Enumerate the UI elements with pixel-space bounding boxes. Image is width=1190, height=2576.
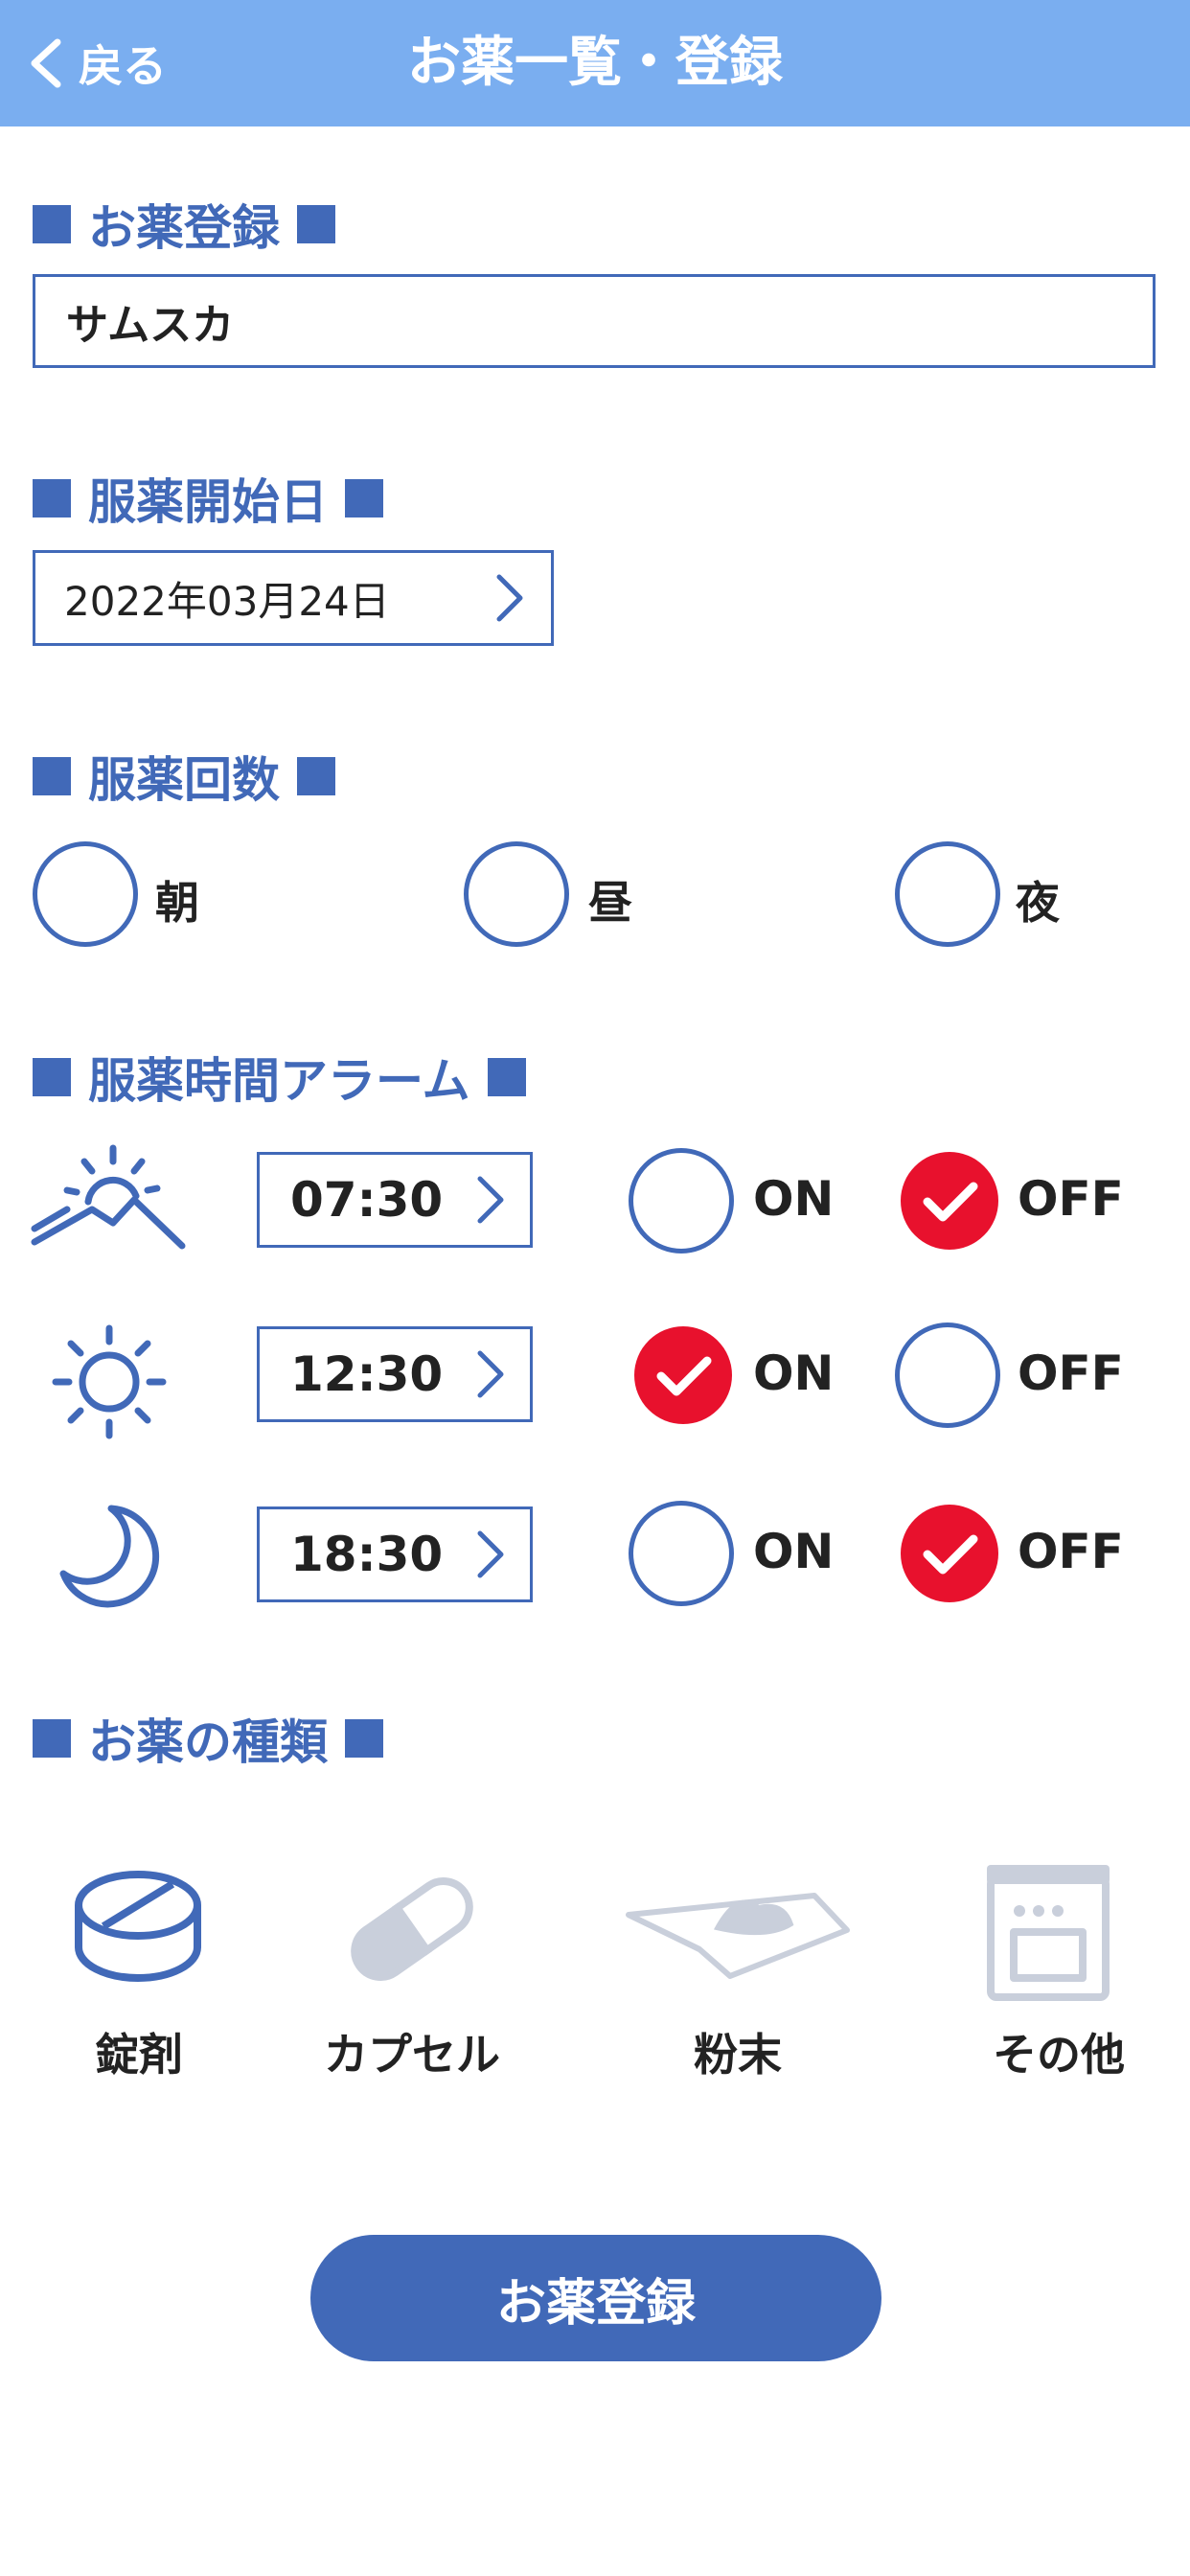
chevron-right-icon: [477, 1176, 504, 1224]
on-label: ON: [753, 1524, 835, 1579]
square-bullet-icon: [297, 757, 335, 795]
on-label: ON: [753, 1171, 835, 1227]
section-frequency: 服薬回数: [33, 748, 335, 808]
moon-icon: [59, 1505, 160, 1608]
section-heading: お薬の種類: [88, 1714, 328, 1770]
type-label: その他: [993, 2029, 1125, 2081]
alarm-night-time-picker[interactable]: 18:30: [257, 1506, 533, 1602]
section-heading: 服薬回数: [88, 752, 280, 808]
chevron-right-icon: [477, 1350, 504, 1398]
frequency-noon-radio[interactable]: [464, 841, 569, 947]
back-label: 戻る: [79, 40, 167, 92]
alarm-morning-on-radio[interactable]: [629, 1148, 734, 1254]
chevron-right-icon: [477, 1530, 504, 1578]
medicine-name-input[interactable]: [33, 274, 1156, 368]
section-medicine-type: お薬の種類: [33, 1710, 383, 1770]
alarm-time-value: 18:30: [290, 1527, 444, 1582]
off-label: OFF: [1018, 1524, 1124, 1579]
type-other-option[interactable]: その他: [968, 1861, 1150, 2081]
square-bullet-icon: [33, 1719, 71, 1758]
checkmark-icon: [923, 1534, 978, 1575]
off-label: OFF: [1018, 1346, 1124, 1401]
frequency-noon-label: 昼: [588, 877, 632, 929]
type-powder-option[interactable]: 粉末: [613, 1867, 862, 2081]
other-package-icon: [987, 1865, 1110, 2001]
tablet-icon: [75, 1871, 201, 1982]
section-start-date: 服薬開始日: [33, 470, 383, 530]
back-button[interactable]: 戻る: [27, 29, 167, 98]
frequency-morning-radio[interactable]: [33, 841, 138, 947]
checkmark-icon: [923, 1182, 978, 1222]
square-bullet-icon: [345, 479, 383, 518]
checkmark-icon: [656, 1356, 712, 1396]
alarm-time-value: 12:30: [290, 1346, 444, 1402]
type-capsule-option[interactable]: カプセル: [316, 1867, 508, 2081]
off-label: OFF: [1018, 1171, 1124, 1227]
page-title: お薬一覧・登録: [407, 32, 783, 94]
powder-icon: [626, 1893, 850, 1979]
section-alarm: 服薬時間アラーム: [33, 1048, 526, 1109]
type-tablet-option[interactable]: 錠剤: [57, 1867, 220, 2081]
type-label: 錠剤: [95, 2029, 183, 2081]
alarm-night-on-radio[interactable]: [629, 1501, 734, 1606]
sun-icon: [52, 1324, 167, 1439]
square-bullet-icon: [33, 1058, 71, 1096]
section-heading: お薬登録: [88, 200, 280, 256]
chevron-right-icon: [496, 574, 523, 622]
capsule-icon: [351, 1877, 473, 1981]
alarm-noon-on-radio-checked[interactable]: [634, 1326, 732, 1424]
square-bullet-icon: [33, 205, 71, 243]
section-heading: 服薬時間アラーム: [88, 1053, 470, 1109]
alarm-morning-off-radio-checked[interactable]: [901, 1152, 998, 1250]
square-bullet-icon: [345, 1719, 383, 1758]
frequency-night-radio[interactable]: [895, 841, 1000, 947]
frequency-night-label: 夜: [1016, 877, 1060, 929]
square-bullet-icon: [297, 205, 335, 243]
sunrise-icon: [31, 1144, 186, 1250]
alarm-night-off-radio-checked[interactable]: [901, 1505, 998, 1602]
alarm-noon-off-radio[interactable]: [895, 1322, 1000, 1428]
type-label: 粉末: [694, 2029, 782, 2081]
alarm-morning-time-picker[interactable]: 07:30: [257, 1152, 533, 1248]
chevron-left-icon: [31, 38, 61, 88]
square-bullet-icon: [487, 1058, 526, 1096]
type-label: カプセル: [324, 2029, 500, 2081]
square-bullet-icon: [33, 479, 71, 518]
frequency-morning-label: 朝: [155, 877, 199, 929]
alarm-noon-time-picker[interactable]: 12:30: [257, 1326, 533, 1422]
on-label: ON: [753, 1346, 835, 1401]
start-date-picker[interactable]: 2022年03月24日: [33, 550, 554, 646]
section-heading: 服薬開始日: [88, 474, 328, 530]
start-date-value: 2022年03月24日: [64, 577, 390, 625]
square-bullet-icon: [33, 757, 71, 795]
alarm-time-value: 07:30: [290, 1172, 444, 1228]
section-medicine-registration: お薬登録: [33, 196, 335, 256]
register-medicine-button[interactable]: お薬登録: [310, 2235, 881, 2361]
